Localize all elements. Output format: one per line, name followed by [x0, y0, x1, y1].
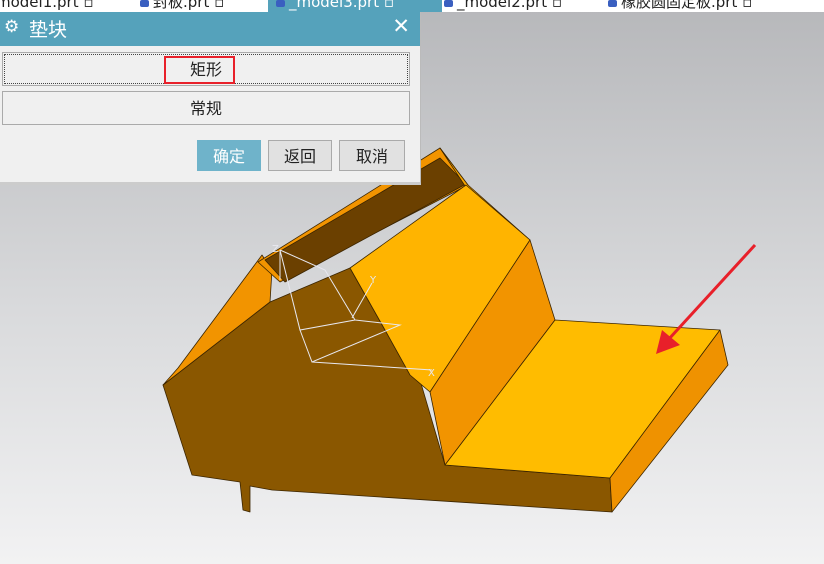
dialog-titlebar[interactable]: ⚙ 垫块 ✕	[0, 12, 420, 46]
dialog-title: 垫块	[29, 19, 68, 41]
pad-dialog: ⚙ 垫块 ✕ 矩形 常规 确定 返回 取消	[0, 12, 421, 185]
tab-model3[interactable]: _model3.prt ▫	[268, 0, 442, 12]
tab-2[interactable]: 封板.prt ▫	[140, 0, 224, 12]
part-icon	[608, 0, 617, 7]
part-icon	[140, 0, 149, 7]
part-icon	[444, 0, 453, 7]
gear-icon: ⚙	[4, 17, 20, 37]
part-icon	[276, 0, 285, 7]
x-axis-label: X	[428, 368, 435, 379]
ok-button[interactable]: 确定	[197, 140, 261, 171]
tab-5[interactable]: 橡胶圆固定板.prt ▫	[608, 0, 752, 12]
close-icon[interactable]: ✕	[392, 14, 410, 38]
z-axis-label: Z	[272, 244, 279, 255]
back-button[interactable]: 返回	[268, 140, 332, 171]
file-tab-bar: model1.prt ▫ 封板.prt ▫ _model3.prt ▫ _mod…	[0, 0, 824, 12]
highlight-box	[164, 56, 235, 84]
tab-model2[interactable]: _model2.prt ▫	[444, 0, 562, 12]
part-model	[162, 147, 729, 513]
tab-model1[interactable]: model1.prt ▫	[0, 0, 94, 12]
general-option-button[interactable]: 常规	[2, 91, 410, 125]
cancel-button[interactable]: 取消	[339, 140, 405, 171]
y-axis-label: Y	[369, 275, 377, 286]
